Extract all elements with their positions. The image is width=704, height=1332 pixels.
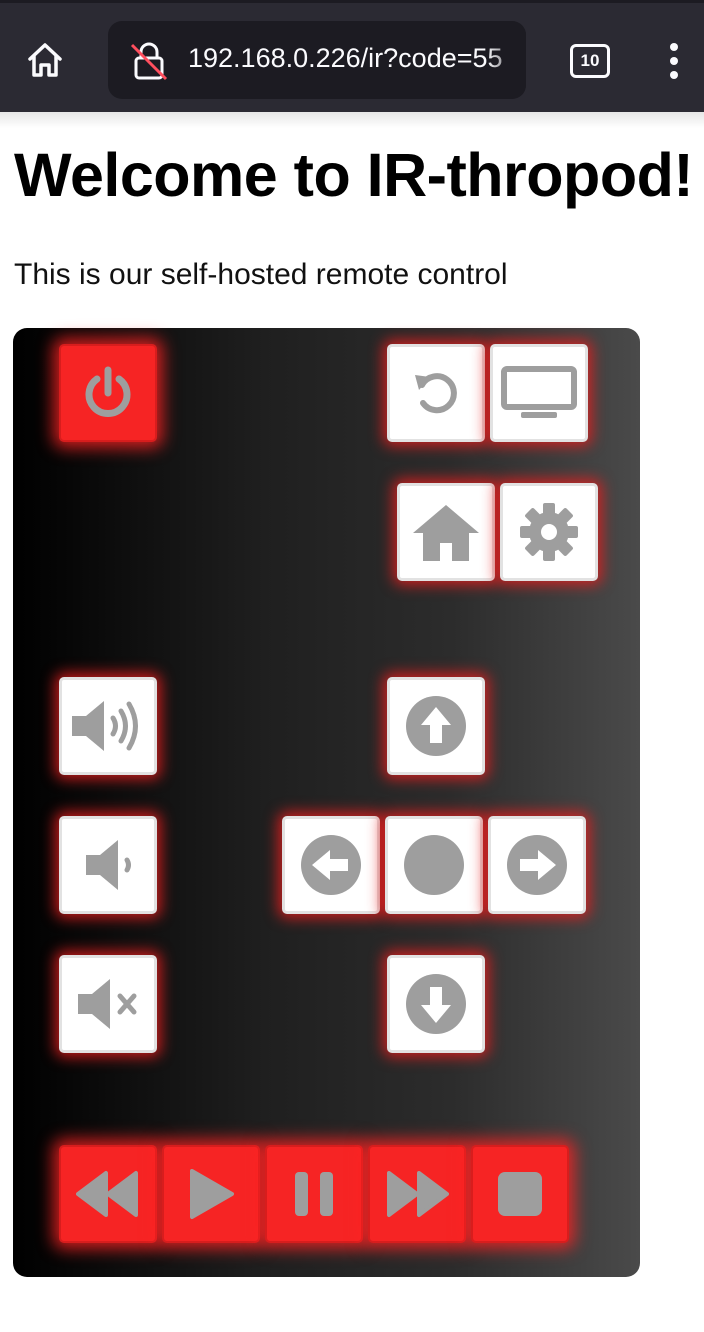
- browser-toolbar: 192.168.0.226/ir?code=55 10: [0, 0, 704, 112]
- play-icon: [190, 1169, 234, 1219]
- page-title: Welcome to IR-thropod!: [14, 141, 694, 209]
- undo-icon: [415, 373, 457, 414]
- arrow-down-circle-icon: [406, 974, 466, 1034]
- input-tv-button[interactable]: [490, 344, 588, 442]
- power-button[interactable]: [59, 344, 157, 442]
- stop-button[interactable]: [471, 1145, 569, 1243]
- address-bar[interactable]: 192.168.0.226/ir?code=55: [108, 21, 526, 99]
- page-intro: This is our self-hosted remote control: [14, 258, 508, 291]
- pause-icon: [295, 1172, 333, 1216]
- play-button[interactable]: [162, 1145, 260, 1243]
- pause-button[interactable]: [265, 1145, 363, 1243]
- volume-up-button[interactable]: [59, 677, 157, 775]
- browser-home-button[interactable]: [20, 35, 70, 85]
- remote-control-panel: [13, 328, 640, 1277]
- fast-forward-icon: [387, 1171, 449, 1217]
- mute-button[interactable]: [59, 955, 157, 1053]
- gear-icon: [520, 503, 578, 561]
- tv-icon: [501, 366, 577, 418]
- home-button[interactable]: [397, 483, 495, 581]
- dpad-left-button[interactable]: [282, 816, 380, 914]
- power-icon: [85, 366, 131, 417]
- url-text: 192.168.0.226/ir?code=55: [188, 43, 503, 73]
- back-button[interactable]: [387, 344, 485, 442]
- browser-menu-button[interactable]: [660, 37, 688, 85]
- stop-icon: [498, 1172, 542, 1216]
- fast-forward-button[interactable]: [368, 1145, 466, 1243]
- settings-button[interactable]: [500, 483, 598, 581]
- circle-icon: [404, 835, 464, 895]
- rewind-icon: [76, 1171, 138, 1217]
- arrow-up-circle-icon: [406, 696, 466, 756]
- home-outline-icon: [28, 43, 62, 77]
- volume-high-icon: [72, 701, 138, 751]
- dpad-right-button[interactable]: [488, 816, 586, 914]
- arrow-right-circle-icon: [507, 835, 567, 895]
- rewind-button[interactable]: [59, 1145, 157, 1243]
- dpad-ok-button[interactable]: [385, 816, 483, 914]
- volume-down-button[interactable]: [59, 816, 157, 914]
- dpad-up-button[interactable]: [387, 677, 485, 775]
- dpad-down-button[interactable]: [387, 955, 485, 1053]
- volume-low-icon: [86, 840, 131, 890]
- insecure-lock-icon: [130, 42, 168, 81]
- house-icon: [413, 505, 479, 561]
- tab-count-button[interactable]: 10: [570, 44, 610, 78]
- arrow-left-circle-icon: [301, 835, 361, 895]
- volume-mute-icon: [78, 979, 137, 1029]
